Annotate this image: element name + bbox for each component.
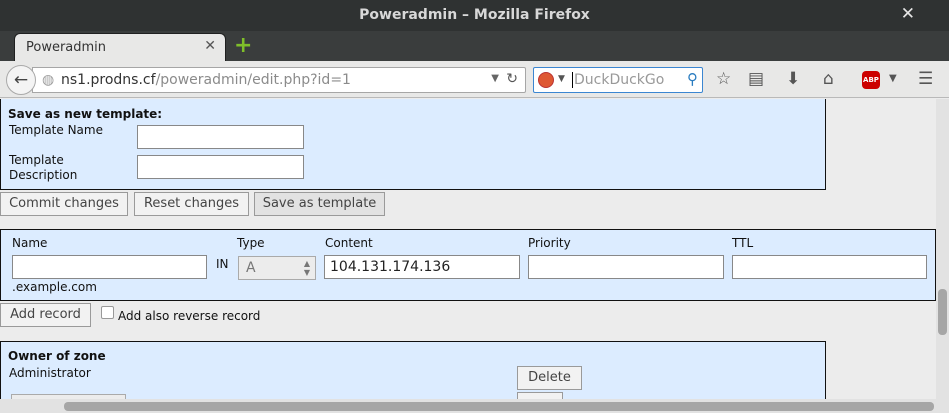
- record-content-input[interactable]: 104.131.174.136: [324, 255, 520, 279]
- tab-strip: Poweradmin ✕ +: [0, 31, 949, 62]
- search-input[interactable]: DuckDuckGo: [572, 72, 664, 88]
- horizontal-scroll-thumb[interactable]: [64, 402, 934, 411]
- downloads-icon[interactable]: ⬇: [786, 69, 800, 89]
- owner-name: Administrator: [9, 366, 91, 380]
- navigation-toolbar: ◍ ns1.prodns.cf/poweradmin/edit.php?id=1…: [0, 61, 949, 98]
- vertical-scroll-thumb[interactable]: [938, 289, 947, 335]
- column-type-label: Type: [237, 236, 265, 250]
- adblock-plus-icon[interactable]: ABP: [862, 71, 880, 89]
- add-reverse-record-label: Add also reverse record: [118, 309, 261, 323]
- spin-arrows-icon: ▲ ▼: [303, 259, 310, 277]
- home-icon[interactable]: ⌂: [823, 69, 834, 89]
- tab-poweradmin[interactable]: Poweradmin ✕: [14, 33, 226, 62]
- record-type-select[interactable]: A ▲ ▼: [238, 256, 316, 280]
- tab-close-icon[interactable]: ✕: [204, 38, 216, 54]
- page-content: Save as new template: Template Name Temp…: [0, 99, 936, 399]
- template-name-label: Template Name: [9, 123, 103, 137]
- url-history-dropdown-icon[interactable]: ▼: [491, 73, 499, 84]
- window-close-icon[interactable]: ✕: [901, 4, 915, 24]
- column-content-label: Content: [325, 236, 373, 250]
- owner-heading: Owner of zone: [8, 349, 106, 363]
- url-text[interactable]: ns1.prodns.cf/poweradmin/edit.php?id=1: [61, 72, 351, 88]
- reload-icon[interactable]: ↻: [506, 71, 518, 87]
- tab-label: Poweradmin: [26, 40, 107, 55]
- duckduckgo-icon[interactable]: [538, 72, 554, 88]
- search-engine-dropdown-icon[interactable]: ▼: [558, 74, 565, 84]
- column-name-label: Name: [12, 236, 48, 250]
- owner-of-zone-panel: Owner of zone Administrator Delete: [0, 341, 826, 399]
- search-bar[interactable]: ▼ DuckDuckGo ⚲: [533, 67, 703, 93]
- url-bar[interactable]: ◍ ns1.prodns.cf/poweradmin/edit.php?id=1…: [32, 67, 526, 93]
- add-record-button[interactable]: Add record: [0, 303, 91, 327]
- owner-secondary-button[interactable]: [517, 392, 563, 399]
- template-name-input[interactable]: [137, 125, 304, 149]
- record-priority-input[interactable]: [528, 255, 724, 279]
- template-heading: Save as new template:: [8, 107, 163, 121]
- column-ttl-label: TTL: [732, 236, 754, 250]
- window-titlebar: Poweradmin – Mozilla Firefox ✕: [0, 0, 949, 31]
- add-reverse-record-checkbox[interactable]: [101, 306, 114, 319]
- column-priority-label: Priority: [528, 236, 571, 250]
- globe-icon: ◍: [42, 72, 55, 88]
- back-button[interactable]: ←: [6, 65, 36, 95]
- in-class-label: IN: [216, 257, 229, 271]
- reading-list-icon[interactable]: ▤: [748, 69, 764, 89]
- add-record-panel: Name Type Content Priority TTL IN A ▲ ▼ 1…: [0, 229, 936, 301]
- save-template-panel: Save as new template: Template Name Temp…: [0, 99, 826, 190]
- horizontal-scrollbar[interactable]: [0, 399, 949, 413]
- commit-changes-button[interactable]: Commit changes: [0, 192, 128, 216]
- menu-icon[interactable]: ☰: [918, 69, 933, 89]
- bookmark-star-icon[interactable]: ☆: [716, 69, 731, 89]
- reset-changes-button[interactable]: Reset changes: [134, 192, 249, 216]
- template-description-label-2: Description: [9, 168, 78, 182]
- template-description-input[interactable]: [137, 155, 304, 179]
- save-as-template-button[interactable]: Save as template: [254, 192, 385, 216]
- delete-owner-button[interactable]: Delete: [517, 366, 582, 390]
- window-title: Poweradmin – Mozilla Firefox: [359, 7, 590, 23]
- record-type-value: A: [246, 260, 256, 276]
- domain-suffix-label: .example.com: [12, 280, 97, 294]
- vertical-scrollbar[interactable]: [936, 99, 949, 399]
- template-description-label-1: Template: [9, 153, 64, 167]
- adblock-dropdown-icon[interactable]: ▼: [889, 73, 897, 84]
- new-tab-icon[interactable]: +: [234, 33, 252, 58]
- record-ttl-input[interactable]: [732, 255, 927, 279]
- record-name-input[interactable]: [12, 255, 207, 279]
- search-icon[interactable]: ⚲: [687, 70, 698, 88]
